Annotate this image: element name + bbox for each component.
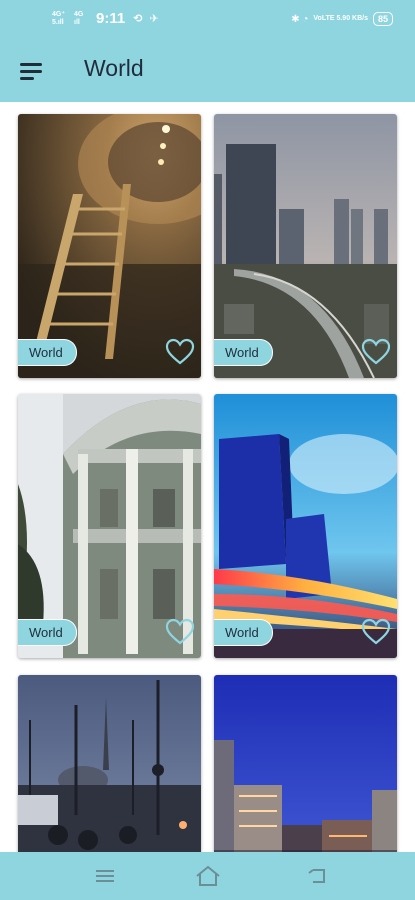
back-icon[interactable] (305, 864, 331, 888)
wallpaper-card[interactable]: World (18, 394, 201, 658)
home-icon[interactable] (195, 864, 221, 888)
status-bar: 4G⁺ 5.ıll 4G ıll 9:11 ⟲ ✈ ✱ ◔ VoLTE 5.90… (0, 0, 415, 40)
menu-icon[interactable] (20, 60, 46, 82)
status-time: 9:11 (96, 10, 126, 27)
network-speed: VoLTE 5.90 KB/s (313, 15, 368, 22)
status-left: 4G⁺ 5.ıll 4G ıll 9:11 ⟲ ✈ (52, 10, 161, 27)
wallpaper-card[interactable] (18, 675, 201, 852)
wallpaper-card[interactable]: World (214, 394, 397, 658)
night-city-image (214, 675, 397, 852)
category-tag[interactable]: World (18, 339, 77, 366)
wallpaper-card[interactable] (214, 675, 397, 852)
nav-bar (0, 852, 415, 900)
battery-icon: 85 (372, 12, 393, 26)
app-bar: World (0, 40, 415, 102)
network-2: 4G ıll (74, 10, 84, 26)
status-left-icons: ⟲ ✈ (133, 13, 161, 25)
network-1: 4G⁺ 5.ıll (52, 10, 66, 26)
category-tag[interactable]: World (214, 339, 273, 366)
heart-icon[interactable] (361, 338, 391, 366)
category-tag[interactable]: World (214, 619, 273, 646)
wallpaper-grid: World World World World (0, 102, 415, 852)
category-tag[interactable]: World (18, 619, 77, 646)
status-right: ✱ ◔ VoLTE 5.90 KB/s 85 (291, 12, 393, 26)
bluetooth-icon: ✱ ◔ (291, 13, 309, 25)
wallpaper-card[interactable]: World (18, 114, 201, 378)
recent-apps-icon[interactable] (92, 864, 118, 888)
page-title: World (84, 55, 144, 81)
heart-icon[interactable] (361, 618, 391, 646)
wallpaper-card[interactable]: World (214, 114, 397, 378)
heart-icon[interactable] (165, 618, 195, 646)
heart-icon[interactable] (165, 338, 195, 366)
street-image (18, 675, 201, 852)
